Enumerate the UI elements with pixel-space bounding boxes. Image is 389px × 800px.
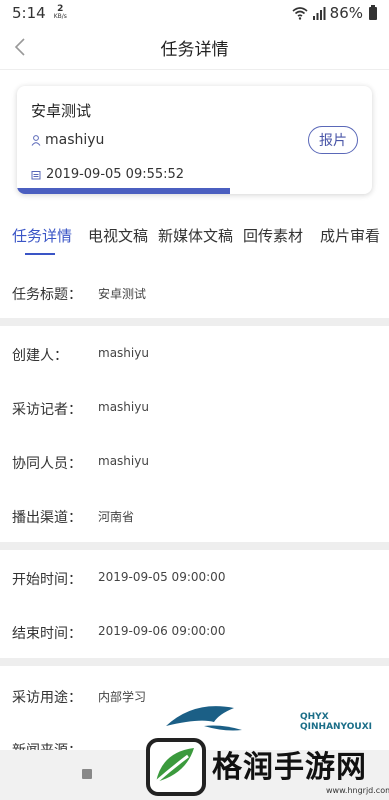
card-date-text: 2019-09-05 09:55:52	[46, 167, 185, 182]
card-reporter-name: mashiyu	[45, 132, 105, 148]
label-collaborator: 协同人员：	[12, 456, 82, 472]
section-divider	[0, 658, 389, 666]
watermark-brand: 格润手游网	[212, 750, 367, 785]
row-end-time: 结束时间： 2019-09-06 09:00:00	[0, 617, 389, 647]
leaf-logo-icon	[146, 738, 206, 796]
calendar-icon	[31, 170, 41, 179]
tab-tv-script[interactable]: 电视文稿	[88, 225, 148, 246]
status-right: 86%	[292, 4, 377, 22]
tab-final-review[interactable]: 成片审看	[320, 225, 380, 246]
task-card[interactable]: 安卓测试 mashiyu 2019-09-05 09:55:52 报片	[17, 86, 372, 194]
row-channel: 播出渠道： 河南省	[0, 501, 389, 531]
page-title: 任务详情	[160, 40, 229, 60]
section-time: 开始时间： 2019-09-05 09:00:00 结束时间： 2019-09-…	[0, 550, 389, 658]
section-divider	[0, 542, 389, 550]
battery-percent: 86%	[329, 4, 363, 22]
label-purpose: 采访用途：	[12, 690, 82, 706]
value-start-time: 2019-09-05 09:00:00	[98, 570, 226, 584]
label-start-time: 开始时间：	[12, 572, 82, 588]
chevron-left-icon	[14, 38, 25, 56]
net-speed-unit: KB/s	[53, 13, 67, 20]
card-title: 安卓测试	[31, 102, 92, 120]
user-icon	[31, 134, 41, 146]
value-end-time: 2019-09-06 09:00:00	[98, 624, 226, 638]
tab-new-media-script[interactable]: 新媒体文稿	[158, 225, 233, 246]
watermark-brand-pinyin: QINHANYOUXI	[300, 722, 373, 732]
value-creator: mashiyu	[98, 346, 149, 360]
watermark-brand-abbr: QHYX	[300, 712, 329, 722]
net-speed-value: 2	[57, 4, 64, 14]
row-start-time: 开始时间： 2019-09-05 09:00:00	[0, 563, 389, 593]
tab-return-material[interactable]: 回传素材	[243, 225, 303, 246]
progress-fill	[17, 188, 230, 194]
label-reporter: 采访记者：	[12, 402, 82, 418]
row-creator: 创建人： mashiyu	[0, 339, 389, 369]
row-collaborator: 协同人员： mashiyu	[0, 447, 389, 477]
card-date: 2019-09-05 09:55:52	[31, 167, 184, 182]
signal-icon	[312, 6, 326, 20]
section-people: 创建人： mashiyu 采访记者： mashiyu 协同人员： mashiyu…	[0, 326, 389, 542]
watermark-url: www.hngrjd.com	[326, 786, 389, 795]
section-divider	[0, 318, 389, 326]
tab-active-indicator	[25, 253, 55, 255]
status-bar: 5:14 2 KB/s 86%	[0, 0, 389, 26]
tab-task-details[interactable]: 任务详情	[12, 225, 72, 246]
net-speed: 2 KB/s	[54, 5, 67, 21]
recent-apps-button[interactable]	[82, 769, 92, 779]
battery-icon	[369, 4, 377, 20]
tab-bar: 任务详情 电视文稿 新媒体文稿 回传素材 成片审看	[0, 216, 389, 256]
card-reporter: mashiyu	[31, 132, 104, 148]
back-button[interactable]	[8, 34, 32, 60]
label-end-time: 结束时间：	[12, 626, 82, 642]
row-reporter: 采访记者： mashiyu	[0, 393, 389, 423]
label-creator: 创建人：	[12, 348, 68, 364]
value-reporter: mashiyu	[98, 400, 149, 414]
value-task-title: 安卓测试	[98, 287, 147, 301]
row-task-title: 任务标题： 安卓测试	[0, 278, 389, 308]
value-collaborator: mashiyu	[98, 454, 149, 468]
value-channel: 河南省	[98, 510, 135, 524]
value-purpose: 内部学习	[98, 690, 147, 704]
nav-bar: 任务详情	[0, 26, 389, 70]
progress-track	[17, 188, 372, 194]
submit-footage-button[interactable]: 报片	[308, 126, 358, 154]
label-task-title: 任务标题：	[12, 287, 82, 303]
label-channel: 播出渠道：	[12, 510, 82, 526]
section-title: 任务标题： 安卓测试	[0, 258, 389, 318]
status-time: 5:14	[12, 4, 46, 22]
wifi-icon	[292, 7, 308, 20]
watermark: QHYX QINHANYOUXI 格润手游网 www.hngrjd.com	[140, 700, 389, 800]
